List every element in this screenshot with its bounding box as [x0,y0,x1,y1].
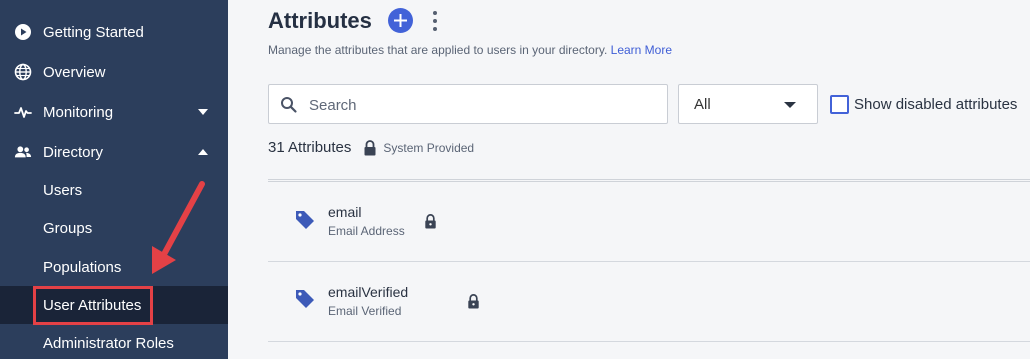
sub-item-label: Administrator Roles [43,334,174,352]
nav-directory[interactable]: Directory [0,132,228,172]
nav-overview[interactable]: Overview [0,52,228,92]
nav-label: Directory [43,143,104,161]
attribute-display-name: Email Verified [328,304,402,318]
learn-more-link[interactable]: Learn More [611,43,672,57]
chevron-up-icon [198,147,208,157]
lock-icon [364,139,376,155]
sub-item-label: Populations [43,258,122,276]
list-divider [268,341,1030,342]
search-input[interactable] [309,94,649,116]
more-options-icon[interactable] [432,11,438,31]
page-subtitle: Manage the attributes that are applied t… [268,43,672,57]
nav-getting-started[interactable]: Getting Started [0,12,228,52]
sub-item-label: Groups [43,219,93,237]
select-value: All [694,96,711,113]
nav-label: Monitoring [43,103,114,121]
list-item[interactable]: emailVerified Email Verified [268,262,1030,340]
tag-icon [296,290,314,308]
checkbox-label: Show disabled attributes [854,95,1018,113]
sidebar: Getting Started Overview Monitoring Dire… [0,0,228,359]
chevron-down-icon [198,107,208,117]
tag-icon [296,211,314,229]
nav-monitoring[interactable]: Monitoring [0,92,228,132]
show-disabled-checkbox[interactable] [830,94,849,114]
page-title: Attributes [268,8,372,33]
lock-icon [425,214,436,229]
play-circle-icon [14,23,32,41]
sidebar-item-administrator-roles[interactable]: Administrator Roles [0,324,228,359]
list-divider [268,179,1030,182]
list-item[interactable]: email Email Address [268,183,1030,261]
attribute-name: email [328,204,362,220]
attribute-count: 31 Attributes [268,139,352,156]
search-icon [281,97,297,113]
people-icon [14,143,32,161]
filter-select[interactable]: All [678,84,818,124]
system-provided-legend: System Provided [383,140,475,155]
nav-label: Overview [43,63,106,81]
sidebar-item-groups[interactable]: Groups [0,209,228,247]
main-content: Attributes Manage the attributes that ar… [228,0,1030,359]
subtitle-text: Manage the attributes that are applied t… [268,43,608,57]
search-box[interactable] [268,84,668,124]
add-attribute-button[interactable] [388,8,413,33]
sidebar-item-populations[interactable]: Populations [0,248,228,286]
nav-label: Getting Started [43,23,144,41]
sidebar-item-user-attributes[interactable]: User Attributes [0,286,228,324]
show-disabled-toggle[interactable]: Show disabled attributes [830,94,1017,114]
sidebar-item-users[interactable]: Users [0,171,228,209]
summary-row: 31 Attributes System Provided [268,139,474,156]
sub-item-label: User Attributes [43,296,142,314]
attribute-display-name: Email Address [328,224,405,238]
caret-down-icon [784,102,796,108]
pulse-icon [14,103,32,121]
attribute-name: emailVerified [328,284,409,300]
lock-icon [468,294,479,309]
sub-item-label: Users [43,181,83,199]
plus-icon [394,14,407,27]
globe-icon [14,63,32,81]
